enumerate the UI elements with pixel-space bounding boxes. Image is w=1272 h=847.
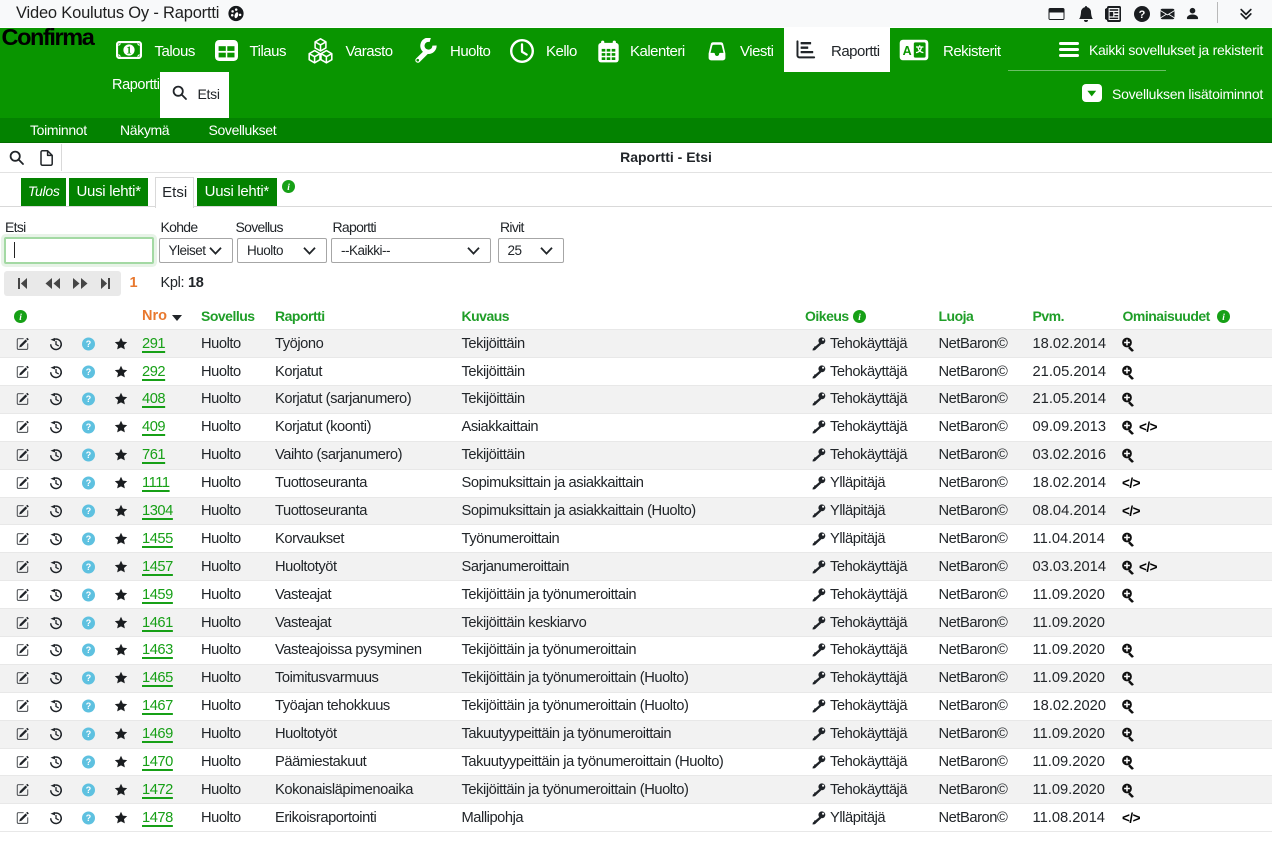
svg-text:?: ? <box>86 757 91 767</box>
svg-text:?: ? <box>86 813 91 823</box>
svg-text:?: ? <box>86 673 91 683</box>
svg-text:i: i <box>858 312 861 322</box>
svg-text:A: A <box>902 44 911 58</box>
svg-text:?: ? <box>86 506 91 516</box>
svg-text:?: ? <box>86 701 91 711</box>
svg-text:?: ? <box>86 617 91 627</box>
svg-text:i: i <box>1222 312 1225 322</box>
svg-text:?: ? <box>86 394 91 404</box>
svg-text:?: ? <box>86 339 91 349</box>
svg-text:?: ? <box>86 562 91 572</box>
svg-text:i: i <box>287 183 290 193</box>
svg-text:?: ? <box>86 729 91 739</box>
svg-text:?: ? <box>86 450 91 460</box>
svg-text:?: ? <box>86 645 91 655</box>
svg-text:?: ? <box>86 534 91 544</box>
svg-text:1: 1 <box>126 45 131 56</box>
svg-text:i: i <box>19 312 22 322</box>
svg-text:?: ? <box>1138 9 1145 21</box>
svg-text:?: ? <box>86 366 91 376</box>
svg-text:?: ? <box>86 478 91 488</box>
svg-text:?: ? <box>86 590 91 600</box>
svg-text:?: ? <box>86 422 91 432</box>
svg-text:?: ? <box>86 785 91 795</box>
